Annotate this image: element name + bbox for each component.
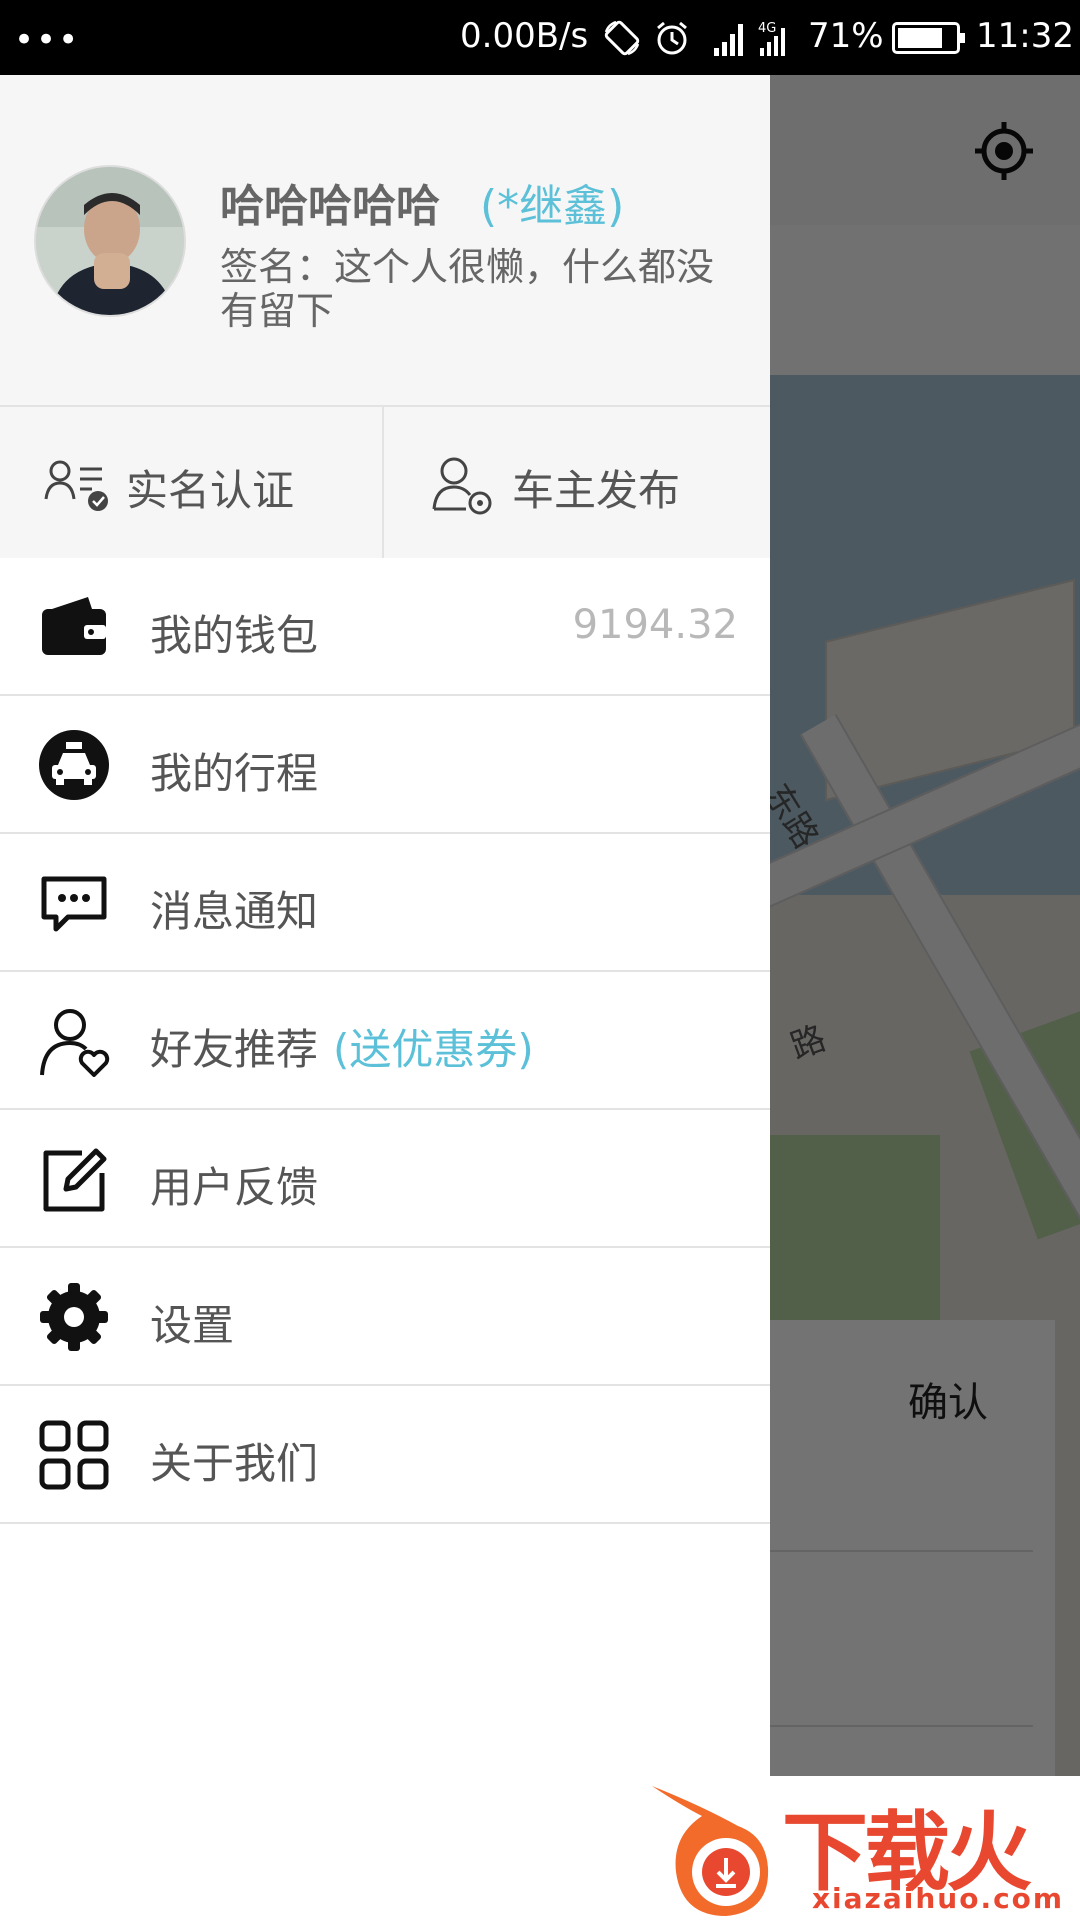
menu-item-label: 关于我们 (150, 1439, 319, 1488)
wallet-balance: 9194.32 (572, 602, 738, 648)
clock: 11:32 (976, 16, 1074, 56)
menu-item-trips[interactable]: 我的行程 (0, 696, 770, 834)
rotate-icon (604, 20, 640, 56)
username: 哈哈哈哈哈 (220, 181, 440, 232)
menu-item-label: 我的行程 (150, 749, 319, 798)
signal-icon (714, 24, 743, 56)
coupon-hint: (送优惠券) (333, 1025, 534, 1074)
menu-item-about[interactable]: 关于我们 (0, 1386, 770, 1524)
menu-item-wallet[interactable]: 我的钱包 9194.32 (0, 558, 770, 696)
battery-percent: 71% (808, 16, 884, 56)
drawer-scrim[interactable] (770, 75, 1080, 1920)
drawer-menu: 我的钱包 9194.32 我的行程 消息通知 好友推荐 (送优惠券) 用户反馈 … (0, 558, 770, 1524)
real-name-verification-button[interactable]: 实名认证 (0, 407, 384, 558)
user-verified-icon (44, 460, 108, 511)
network-speed: 0.00B/s (460, 16, 589, 56)
battery-icon (892, 22, 965, 54)
menu-item-refer-friend[interactable]: 好友推荐 (送优惠券) (0, 972, 770, 1110)
alarm-icon (657, 21, 687, 55)
edit-icon (43, 1148, 107, 1212)
menu-item-settings[interactable]: 设置 (0, 1248, 770, 1386)
watermark: 下载火 xiazaihuo.com (642, 1776, 1080, 1920)
signature: 签名：这个人很懒，什么都没有留下 (220, 245, 715, 333)
notification-dots: ••• (14, 20, 81, 60)
menu-item-label: 消息通知 (150, 887, 319, 936)
driver-publish-icon (432, 457, 492, 515)
svg-text:4G: 4G (758, 21, 776, 36)
driver-publish-button[interactable]: 车主发布 (386, 407, 770, 558)
grid-icon (39, 1420, 109, 1490)
profile-header[interactable]: 哈哈哈哈哈 (*继鑫) 签名：这个人很懒，什么都没有留下 (0, 75, 770, 405)
avatar[interactable] (34, 165, 186, 317)
taxi-icon (39, 730, 109, 800)
menu-item-notifications[interactable]: 消息通知 (0, 834, 770, 972)
menu-item-feedback[interactable]: 用户反馈 (0, 1110, 770, 1248)
quick-actions: 实名认证 车主发布 (0, 405, 770, 558)
status-bar: ••• 0.00B/s 4G 71% 11:32 (0, 0, 1080, 75)
gear-icon (40, 1283, 108, 1351)
quick-action-label: 车主发布 (512, 466, 681, 515)
watermark-url: xiazaihuo.com (812, 1882, 1065, 1915)
wallet-icon (42, 597, 106, 655)
nickname: (*继鑫) (480, 181, 625, 232)
signal-4g-icon: 4G (758, 21, 785, 56)
menu-item-label: 设置 (150, 1301, 235, 1350)
flame-logo-icon (652, 1786, 769, 1916)
friend-heart-icon (40, 1009, 110, 1077)
menu-item-label: 好友推荐 (150, 1025, 319, 1074)
menu-item-label: 我的钱包 (150, 611, 319, 660)
message-icon (41, 876, 107, 932)
menu-item-label: 用户反馈 (150, 1163, 319, 1212)
navigation-drawer: 哈哈哈哈哈 (*继鑫) 签名：这个人很懒，什么都没有留下 实名认证 车主发布 我… (0, 75, 770, 1920)
quick-action-label: 实名认证 (126, 466, 295, 515)
